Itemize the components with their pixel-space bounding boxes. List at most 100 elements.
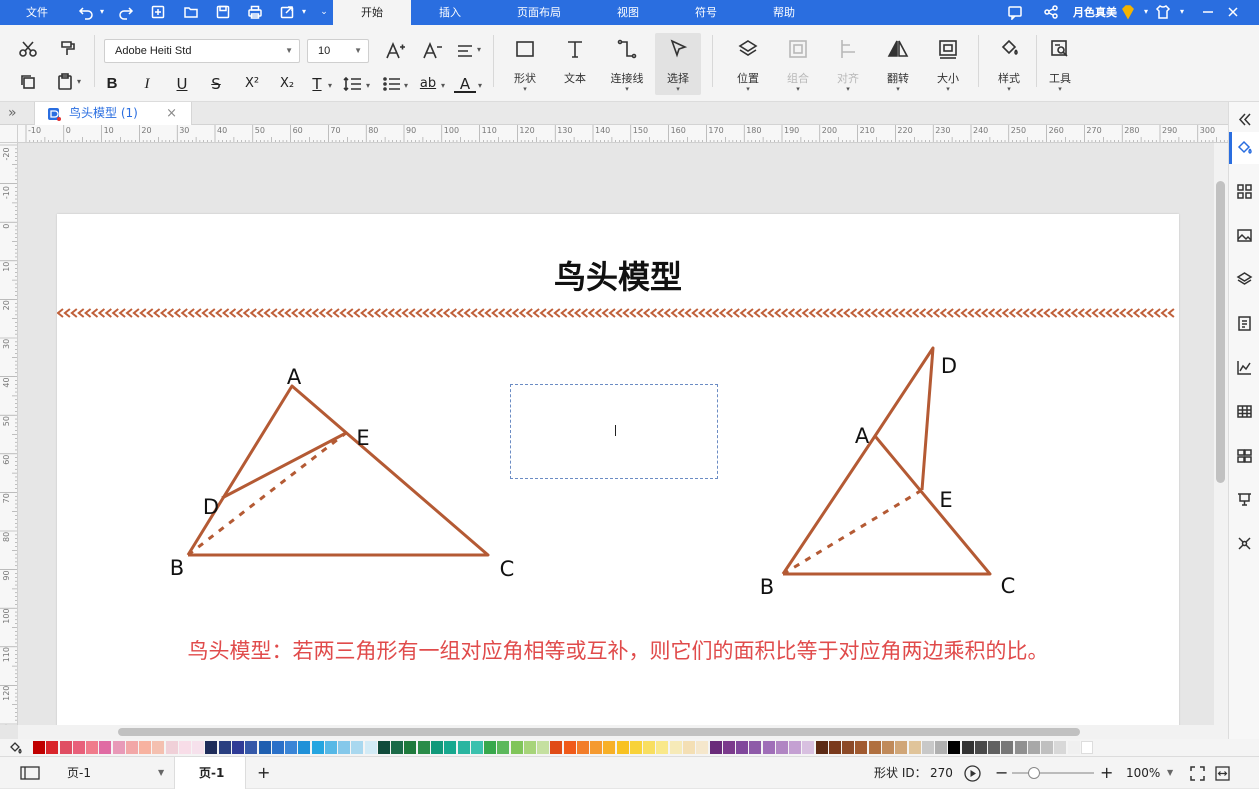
more-icon[interactable]: ⌄ (316, 4, 332, 20)
color-swatch[interactable] (46, 741, 59, 754)
bullet-dropdown-icon[interactable]: ▾ (404, 81, 408, 90)
color-swatch[interactable] (59, 741, 72, 754)
sidebar-layers[interactable] (1229, 264, 1259, 296)
color-swatch[interactable] (125, 741, 138, 754)
highlight-dropdown-icon[interactable]: ▾ (441, 81, 445, 90)
color-swatch[interactable] (842, 741, 855, 754)
play-icon[interactable] (964, 765, 981, 782)
connector-tool-button[interactable]: 连接线 ▾ (604, 33, 650, 95)
color-swatch[interactable] (1054, 741, 1067, 754)
vertical-scrollbar[interactable] (1214, 143, 1228, 725)
color-swatch[interactable] (643, 741, 656, 754)
zoom-out-button[interactable]: − (995, 757, 1008, 789)
group-button[interactable]: 组合 ▾ (775, 33, 821, 95)
sidebar-table[interactable] (1229, 396, 1259, 428)
color-swatch[interactable] (205, 741, 218, 754)
align-button[interactable]: 对齐 ▾ (825, 33, 871, 95)
menu-file[interactable]: 文件 (14, 0, 60, 25)
color-swatch[interactable] (1001, 741, 1014, 754)
horizontal-scrollbar[interactable] (18, 725, 1228, 739)
shape-tool-button[interactable]: 形状 ▾ (502, 33, 548, 95)
highlight-button[interactable]: ab (417, 73, 439, 95)
fill-bucket-icon[interactable] (8, 740, 24, 756)
sidebar-mindmap[interactable] (1229, 528, 1259, 560)
tab-view[interactable]: 视图 (604, 0, 652, 25)
color-swatch[interactable] (271, 741, 284, 754)
new-icon[interactable] (150, 4, 166, 20)
print-icon[interactable] (247, 4, 263, 20)
color-swatch[interactable] (324, 741, 337, 754)
position-button[interactable]: 位置 ▾ (725, 33, 771, 95)
color-swatch[interactable] (895, 741, 908, 754)
bullet-list-icon[interactable] (381, 73, 403, 95)
color-swatch[interactable] (245, 741, 258, 754)
style-button[interactable]: 样式 ▾ (986, 33, 1032, 95)
vertical-scroll-thumb[interactable] (1216, 181, 1225, 483)
redo-icon[interactable] (118, 4, 134, 20)
color-swatch[interactable] (231, 741, 244, 754)
share-icon[interactable] (1043, 4, 1059, 20)
color-swatch[interactable] (192, 741, 205, 754)
strikethrough-button[interactable]: S (205, 73, 227, 95)
text-style-dropdown-icon[interactable]: ▾ (328, 81, 332, 90)
sidebar-symbol-library[interactable] (1229, 176, 1259, 208)
zoom-in-button[interactable]: + (1100, 757, 1113, 789)
color-swatch[interactable] (736, 741, 749, 754)
horizontal-scroll-thumb[interactable] (118, 728, 1080, 736)
color-swatch[interactable] (855, 741, 868, 754)
color-swatch[interactable] (709, 741, 722, 754)
align-dropdown-icon[interactable]: ▾ (477, 45, 481, 54)
color-swatch[interactable] (497, 741, 510, 754)
chevron-divider[interactable] (57, 308, 1175, 318)
tab-insert[interactable]: 插入 (420, 0, 480, 25)
tab-home[interactable]: 开始 (333, 0, 411, 25)
add-page-button[interactable]: + (257, 757, 270, 789)
color-swatch[interactable] (908, 741, 921, 754)
line-spacing-dropdown-icon[interactable]: ▾ (366, 81, 370, 90)
flip-button[interactable]: 翻转 ▾ (875, 33, 921, 95)
italic-button[interactable]: I (136, 73, 158, 95)
color-swatch[interactable] (935, 741, 948, 754)
sidebar-presentation[interactable] (1229, 484, 1259, 516)
color-swatch[interactable] (377, 741, 390, 754)
expand-panel-icon[interactable]: » (8, 105, 17, 121)
drawing-canvas[interactable]: 鸟头模型 A B C D E A B C D E 鸟头模型：若两三角形有一组对应… (18, 143, 1214, 725)
text-style-button[interactable]: T (308, 73, 326, 95)
color-swatch[interactable] (430, 741, 443, 754)
sidebar-page[interactable] (1229, 308, 1259, 340)
color-swatch[interactable] (218, 741, 231, 754)
size-button[interactable]: 大小 ▾ (925, 33, 971, 95)
decrease-font-icon[interactable] (421, 40, 443, 62)
fullscreen-icon[interactable] (1190, 766, 1205, 781)
color-swatch[interactable] (33, 741, 45, 754)
tools-button[interactable]: 工具 ▾ (1037, 33, 1083, 95)
color-swatch[interactable] (112, 741, 125, 754)
color-swatch[interactable] (882, 741, 894, 754)
align-text-icon[interactable] (455, 40, 477, 62)
caption-text[interactable]: 鸟头模型：若两三角形有一组对应角相等或互补，则它们的面积比等于对应角两边乘积的比… (57, 635, 1179, 665)
comment-icon[interactable] (1007, 4, 1023, 21)
color-swatch[interactable] (669, 741, 682, 754)
color-swatch[interactable] (311, 741, 324, 754)
zoom-slider-handle[interactable] (1028, 767, 1040, 779)
theme-shirt-icon[interactable] (1155, 4, 1171, 20)
color-swatch[interactable] (364, 741, 377, 754)
color-swatch[interactable] (1027, 741, 1040, 754)
paste-dropdown-icon[interactable]: ▾ (77, 77, 81, 86)
color-swatch[interactable] (868, 741, 881, 754)
cut-icon[interactable] (17, 38, 39, 60)
color-swatch[interactable] (576, 741, 589, 754)
color-swatch[interactable] (550, 741, 563, 754)
color-swatch[interactable] (722, 741, 735, 754)
color-swatch[interactable] (1041, 741, 1054, 754)
copy-icon[interactable] (17, 71, 39, 93)
minimize-icon[interactable] (1200, 4, 1216, 20)
zoom-level[interactable]: 100% (1126, 757, 1160, 789)
zoom-dropdown-icon[interactable]: ▼ (1167, 757, 1173, 789)
tab-page-layout[interactable]: 页面布局 (505, 0, 573, 25)
page-tab[interactable]: 页-1 (174, 757, 246, 789)
color-swatch[interactable] (139, 741, 152, 754)
tab-help[interactable]: 帮助 (760, 0, 808, 25)
color-swatch[interactable] (616, 741, 629, 754)
color-swatch[interactable] (815, 741, 828, 754)
